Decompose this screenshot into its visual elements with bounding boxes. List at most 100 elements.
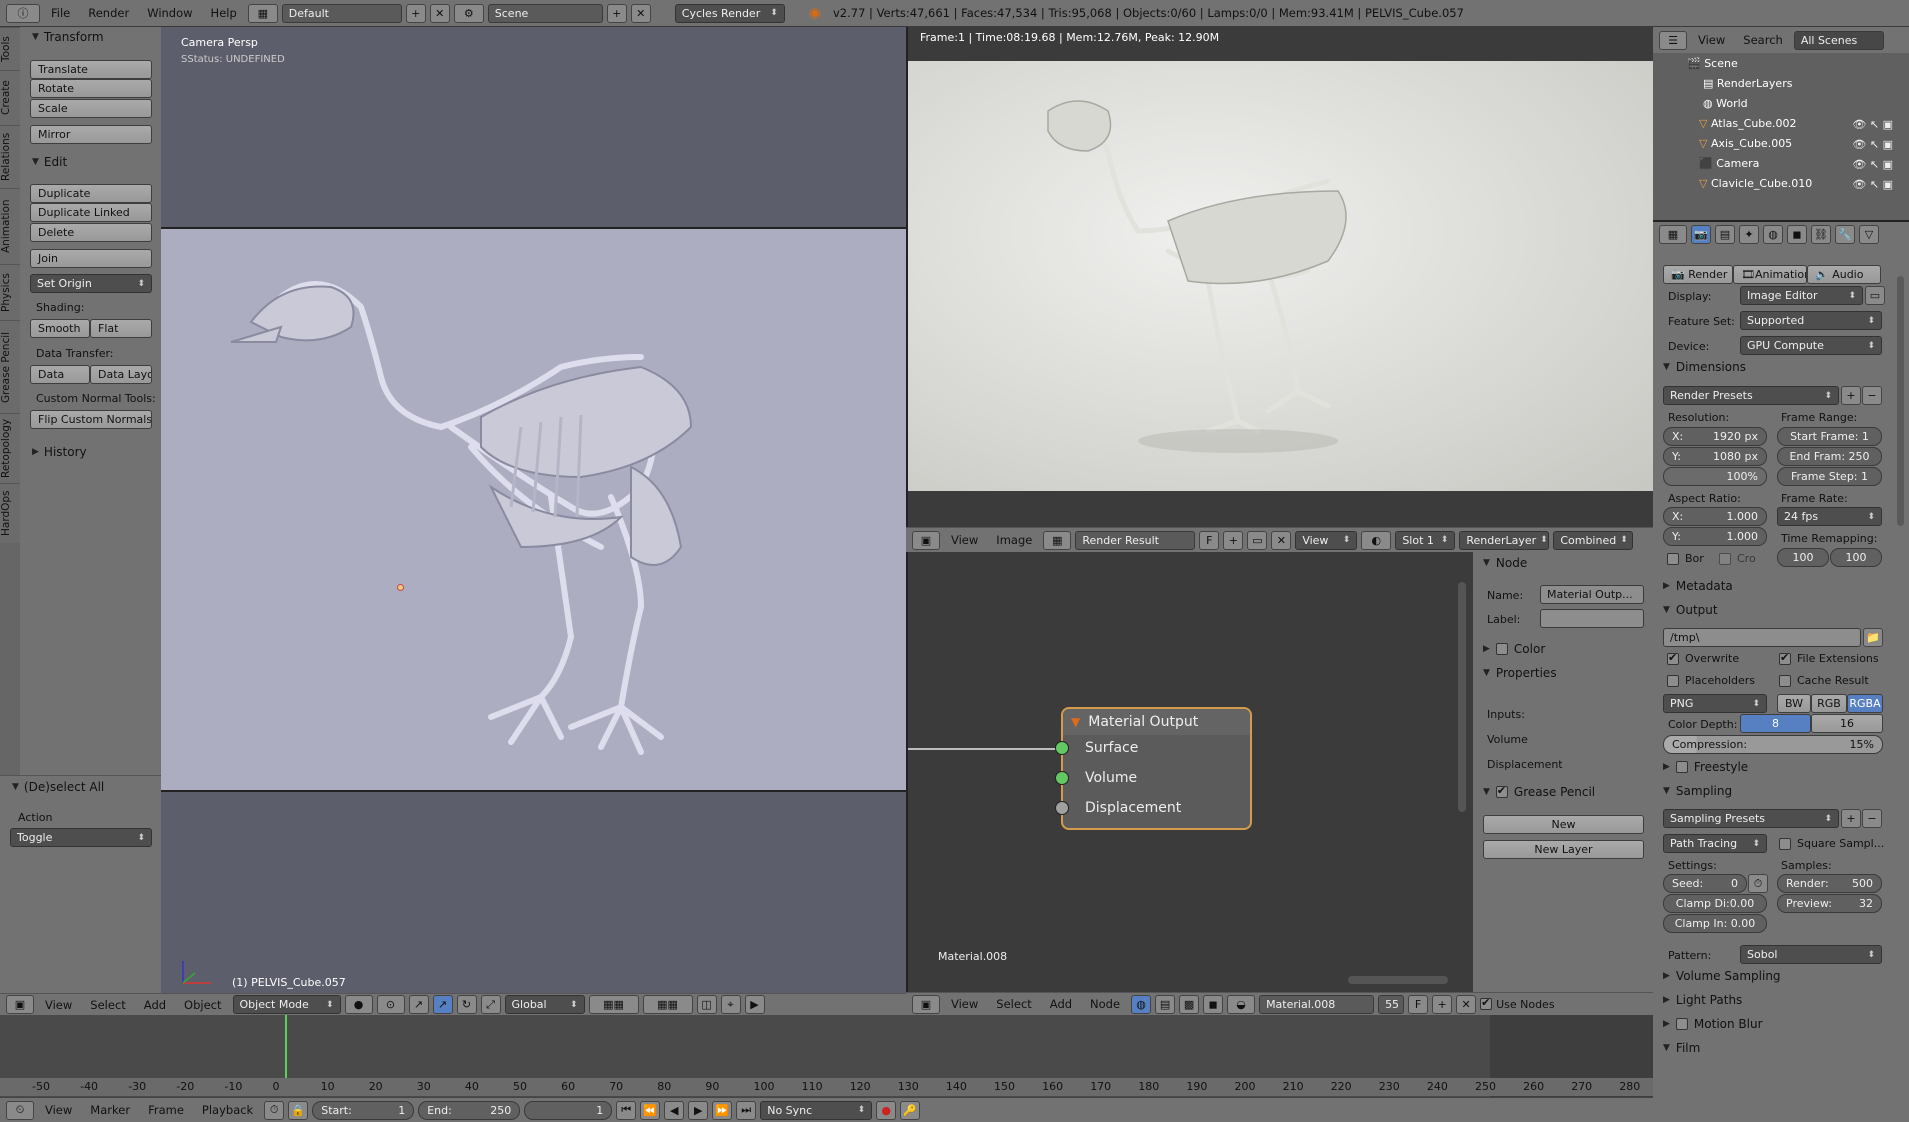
image-menu-view[interactable]: View — [944, 533, 985, 547]
start-frame-field[interactable]: Start Frame: 1 — [1777, 427, 1882, 446]
current-frame-indicator[interactable] — [285, 1015, 287, 1081]
border-toggle[interactable]: Bor — [1667, 552, 1704, 565]
add-layout-icon[interactable]: + — [405, 3, 426, 23]
editor-type-icon[interactable]: ▣ — [6, 995, 34, 1014]
fake-user-button[interactable]: F — [1199, 530, 1220, 550]
play-reverse-icon[interactable]: ◀ — [664, 1100, 685, 1120]
material-browse-icon[interactable]: ◒ — [1227, 994, 1256, 1014]
tab-tools[interactable]: Tools — [0, 27, 20, 70]
motion-blur-panel-header[interactable]: ▶ Motion Blur — [1663, 1013, 1763, 1035]
texture-nodes-icon[interactable]: ▩ — [1179, 994, 1200, 1014]
depth-16-button[interactable]: 16 — [1811, 714, 1883, 733]
image-menu-image[interactable]: Image — [989, 533, 1039, 547]
timeline-menu-playback[interactable]: Playback — [195, 1103, 260, 1117]
viewport-menu-view[interactable]: View — [38, 998, 79, 1012]
image-browse-icon[interactable]: ▦ — [1043, 530, 1072, 550]
tab-physics[interactable]: Physics — [0, 264, 20, 320]
set-origin-select[interactable]: Set Origin — [30, 274, 152, 293]
view-mode-select[interactable]: View — [1295, 530, 1358, 550]
render-pass-select[interactable]: Combined — [1553, 530, 1634, 550]
remove-layout-icon[interactable]: ✕ — [429, 3, 450, 23]
feature-set-select[interactable]: Supported — [1740, 311, 1882, 330]
slot-select[interactable]: Slot 1 — [1395, 530, 1456, 550]
depth-8-button[interactable]: 8 — [1740, 714, 1811, 733]
jump-start-icon[interactable]: ⏮ — [616, 1100, 637, 1120]
smooth-button[interactable]: Smooth — [30, 319, 90, 338]
seed-field[interactable]: Seed: 0 — [1663, 874, 1747, 893]
translate-button[interactable]: Translate — [30, 60, 152, 79]
sampling-panel-header[interactable]: ▼ Sampling — [1663, 780, 1732, 802]
rotate-button[interactable]: Rotate — [30, 79, 152, 98]
rgb-button[interactable]: RGB — [1811, 694, 1847, 713]
menu-help[interactable]: Help — [204, 6, 244, 20]
render-preview-icon[interactable]: ▶ — [744, 995, 765, 1014]
duplicate-button[interactable]: Duplicate — [30, 184, 152, 203]
pattern-select[interactable]: Sobol — [1740, 945, 1882, 964]
orientation-select[interactable]: Global — [504, 995, 585, 1014]
add-material-icon[interactable]: + — [1432, 994, 1453, 1014]
volume-socket[interactable] — [1055, 771, 1069, 785]
node-label-field[interactable] — [1540, 609, 1644, 628]
outliner-axis[interactable]: ▽ Axis_Cube.005 — [1699, 137, 1792, 150]
scene-icon[interactable]: ⚙ — [453, 3, 484, 23]
next-key-icon[interactable]: ⏩ — [712, 1100, 733, 1120]
object-context-icon[interactable]: ◼ — [1787, 224, 1807, 244]
clamp-direct-field[interactable]: Clamp Di:0.00 — [1663, 894, 1767, 913]
duplicate-linked-button[interactable]: Duplicate Linked — [30, 203, 152, 222]
metadata-panel-header[interactable]: ▶ Metadata — [1663, 575, 1733, 597]
action-select[interactable]: Toggle — [10, 828, 152, 847]
visibility-icons[interactable]: 👁 ↖ ▣ 👁 ↖ ▣ 👁 ↖ ▣ 👁 ↖ ▣ — [1833, 115, 1893, 195]
compression-slider[interactable]: Compression: 15% — [1663, 735, 1883, 754]
menu-file[interactable]: File — [44, 6, 77, 20]
node-editor-type-icon[interactable]: ▣ — [912, 994, 940, 1014]
device-select[interactable]: GPU Compute — [1740, 336, 1882, 355]
constraint-context-icon[interactable]: ⛓ — [1811, 224, 1831, 244]
mode-select[interactable]: Object Mode — [232, 995, 341, 1014]
add-sampling-preset-icon[interactable]: + — [1841, 809, 1861, 828]
timeline-menu-marker[interactable]: Marker — [83, 1103, 137, 1117]
tab-animation[interactable]: Animation — [0, 188, 20, 264]
film-panel-header[interactable]: ▼ Film — [1663, 1037, 1700, 1059]
jump-end-icon[interactable]: ⏭ — [736, 1100, 757, 1120]
node-vertical-scrollbar[interactable] — [1458, 582, 1466, 812]
overwrite-checkbox[interactable]: Overwrite — [1667, 651, 1739, 665]
display-select[interactable]: Image Editor — [1740, 286, 1863, 305]
delete-button[interactable]: Delete — [30, 223, 152, 242]
keying-set-icon[interactable]: 🔑 — [900, 1100, 921, 1120]
crop-toggle[interactable]: Cro — [1719, 552, 1756, 565]
frame-rate-select[interactable]: 24 fps — [1777, 507, 1882, 526]
material-users[interactable]: 55 — [1378, 994, 1405, 1014]
rotate-manip-icon[interactable]: ↻ — [456, 995, 477, 1014]
flat-button[interactable]: Flat — [90, 319, 152, 338]
aspect-y-field[interactable]: Y: 1.000 — [1663, 527, 1767, 546]
light-paths-panel-header[interactable]: ▶ Light Paths — [1663, 989, 1742, 1011]
surface-socket[interactable] — [1055, 741, 1069, 755]
render-engine-select[interactable]: Cycles Render — [674, 3, 785, 23]
tab-relations[interactable]: Relations — [0, 125, 20, 188]
menu-render[interactable]: Render — [81, 6, 136, 20]
start-frame-timeline[interactable]: Start: 1 — [312, 1100, 415, 1120]
layers-context-icon[interactable]: ▤ — [1715, 224, 1735, 244]
outliner-world[interactable]: ◍ World — [1703, 97, 1748, 110]
aspect-x-field[interactable]: X: 1.000 — [1663, 507, 1767, 526]
open-image-icon[interactable]: ▭ — [1247, 530, 1268, 550]
grease-pencil-panel-header[interactable]: ▼Grease Pencil — [1483, 781, 1595, 803]
file-format-select[interactable]: PNG — [1663, 694, 1767, 713]
output-path-field[interactable]: /tmp\ — [1663, 628, 1861, 647]
volume-sampling-panel-header[interactable]: ▶ Volume Sampling — [1663, 965, 1781, 987]
outliner-clavicle[interactable]: ▽ Clavicle_Cube.010 — [1699, 177, 1812, 190]
remove-sampling-preset-icon[interactable]: − — [1862, 809, 1882, 828]
unlink-image-icon[interactable]: ✕ — [1271, 530, 1292, 550]
outliner-menu-view[interactable]: View — [1691, 33, 1732, 47]
outliner-camera[interactable]: ⬛ Camera — [1699, 157, 1759, 170]
mirror-button[interactable]: Mirror — [30, 125, 152, 144]
node-editor[interactable]: ▼ Material Output Surface Volume Displac… — [906, 552, 1473, 992]
node-menu-view[interactable]: View — [944, 997, 985, 1011]
timeline[interactable]: -50 -40 -30 -20 -10 0 10 20 30 40 50 60 70 80 90 100 110… — [0, 1015, 1653, 1097]
sampling-presets-select[interactable]: Sampling Presets — [1663, 809, 1839, 828]
outliner-menu-search[interactable]: Search — [1736, 33, 1790, 47]
image-name-field[interactable]: Render Result — [1075, 530, 1196, 550]
end-frame-timeline[interactable]: End: 250 — [418, 1100, 521, 1120]
translate-manip-icon[interactable]: ↗ — [432, 995, 453, 1014]
world-context-icon[interactable]: ◍ — [1763, 224, 1783, 244]
